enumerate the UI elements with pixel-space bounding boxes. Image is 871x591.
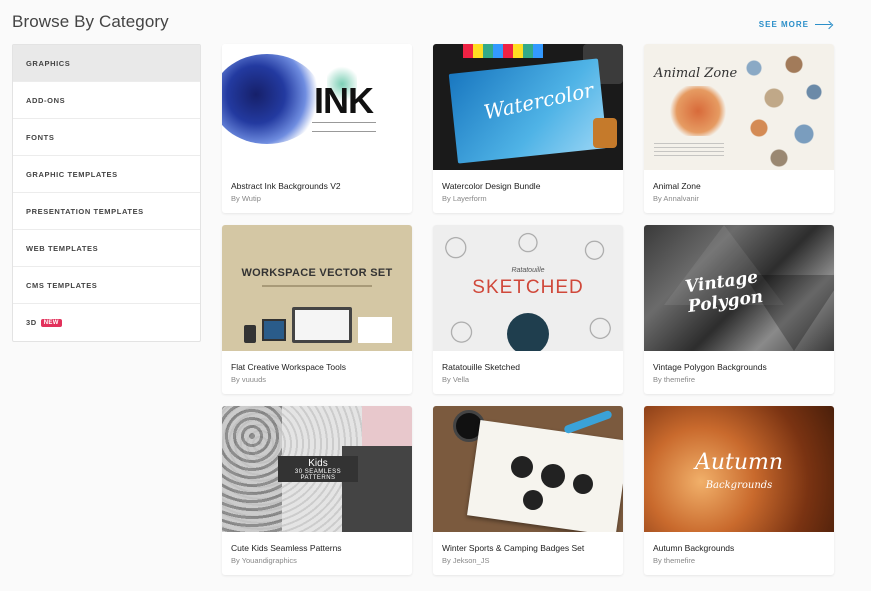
divider [312,122,376,132]
product-author[interactable]: By Jekson_JS [442,556,614,565]
thumbnail-subtext: Backgrounds [705,480,773,491]
product-card[interactable]: Winter Sports & Camping Badges Set By Je… [433,406,623,575]
product-grid: INK Abstract Ink Backgrounds V2 By Wutip… [222,44,834,575]
product-title[interactable]: Watercolor Design Bundle [442,181,614,192]
product-thumbnail[interactable]: Vintage Polygon [644,225,834,351]
fox-art [668,86,728,136]
sidebar-item-label: WEB TEMPLATES [26,243,99,253]
kids-label: Kids 30 SEAMLESS PATTERNS [278,456,358,482]
badge-art [511,456,533,478]
product-author[interactable]: By Wutip [231,194,403,203]
cup-art [593,118,617,148]
caption-lines [654,140,724,156]
thumbnail-text: Kids [308,458,328,469]
sidebar-item-label: FONTS [26,132,55,142]
sidebar-item-label: CMS TEMPLATES [26,280,98,290]
product-thumbnail[interactable]: Kids 30 SEAMLESS PATTERNS [222,406,412,532]
product-author[interactable]: By themefire [653,556,825,565]
sidebar-item-presentation-templates[interactable]: PRESENTATION TEMPLATES [13,193,200,230]
laptop-art [292,307,352,343]
sidebar-item-graphics[interactable]: GRAPHICS [13,45,200,82]
page-title: Browse By Category [12,12,169,31]
sidebar-item-add-ons[interactable]: ADD-ONS [13,82,200,119]
arrow-right-icon [815,21,833,29]
product-thumbnail[interactable]: Animal Zone [644,44,834,170]
thumbnail-subtext: Ratatouille [511,267,545,274]
tablet-art [262,319,286,341]
brush-art [563,409,613,435]
sidebar-item-label: GRAPHICS [26,58,71,68]
product-card[interactable]: INK Abstract Ink Backgrounds V2 By Wutip [222,44,412,213]
sidebar-item-cms-templates[interactable]: CMS TEMPLATES [13,267,200,304]
product-thumbnail[interactable]: INK [222,44,412,170]
product-card[interactable]: Animal Zone Animal Zone By Annalvanir [644,44,834,213]
product-title[interactable]: Winter Sports & Camping Badges Set [442,543,614,554]
sidebar-item-fonts[interactable]: FONTS [13,119,200,156]
thumbnail-subtext: 30 SEAMLESS PATTERNS [294,469,342,481]
category-sidebar: GRAPHICS ADD-ONS FONTS GRAPHIC TEMPLATES… [12,44,201,342]
product-thumbnail[interactable] [433,406,623,532]
product-title[interactable]: Ratatouille Sketched [442,362,614,373]
product-card[interactable]: Autumn Backgrounds Autumn Backgrounds By… [644,406,834,575]
product-card[interactable]: WORKSPACE VECTOR SET Flat Creative Works… [222,225,412,394]
product-title[interactable]: Cute Kids Seamless Patterns [231,543,403,554]
product-card[interactable]: Ratatouille SKETCHED Ratatouille Sketche… [433,225,623,394]
sidebar-item-label: GRAPHIC TEMPLATES [26,169,118,179]
sidebar-item-web-templates[interactable]: WEB TEMPLATES [13,230,200,267]
product-title[interactable]: Animal Zone [653,181,825,192]
sidebar-item-graphic-templates[interactable]: GRAPHIC TEMPLATES [13,156,200,193]
badge-art [507,313,549,351]
product-thumbnail[interactable]: Watercolor [433,44,623,170]
phone-art [244,325,256,343]
new-badge: NEW [40,318,62,327]
badge-art [541,464,565,488]
badge-art [573,474,593,494]
thumbnail-text: INK [314,80,374,121]
thumbnail-text: SKETCHED [472,277,584,298]
product-thumbnail[interactable]: WORKSPACE VECTOR SET [222,225,412,351]
product-author[interactable]: By Layerform [442,194,614,203]
sidebar-item-3d[interactable]: 3D NEW [13,304,200,341]
paper-art [358,317,392,343]
badge-art [523,490,543,510]
product-thumbnail[interactable]: Ratatouille SKETCHED [433,225,623,351]
sidebar-item-label: ADD-ONS [26,95,66,105]
product-author[interactable]: By Youandigraphics [231,556,403,565]
product-title[interactable]: Autumn Backgrounds [653,543,825,554]
animals-art [734,50,834,170]
sidebar-item-label: 3D [26,318,37,327]
product-card[interactable]: Kids 30 SEAMLESS PATTERNS Cute Kids Seam… [222,406,412,575]
divider [262,285,372,287]
pattern-art [222,406,282,532]
product-title[interactable]: Abstract Ink Backgrounds V2 [231,181,403,192]
product-author[interactable]: By themefire [653,375,825,384]
see-more-label: SEE MORE [758,20,809,29]
sidebar-item-label: PRESENTATION TEMPLATES [26,206,144,216]
thumbnail-text: Animal Zone [654,66,738,81]
paint-palette-art [463,44,543,58]
ink-blot-art [222,54,322,144]
product-title[interactable]: Flat Creative Workspace Tools [231,362,403,373]
see-more-link[interactable]: SEE MORE [759,20,833,29]
product-title[interactable]: Vintage Polygon Backgrounds [653,362,825,373]
product-card[interactable]: Vintage Polygon Vintage Polygon Backgrou… [644,225,834,394]
product-author[interactable]: By vuuuds [231,375,403,384]
product-thumbnail[interactable]: Autumn Backgrounds [644,406,834,532]
thumbnail-text: Autumn [694,450,784,475]
product-author[interactable]: By Vella [442,375,614,384]
product-author[interactable]: By Annalvanir [653,194,825,203]
product-card[interactable]: Watercolor Watercolor Design Bundle By L… [433,44,623,213]
thumbnail-text: WORKSPACE VECTOR SET [241,267,393,279]
